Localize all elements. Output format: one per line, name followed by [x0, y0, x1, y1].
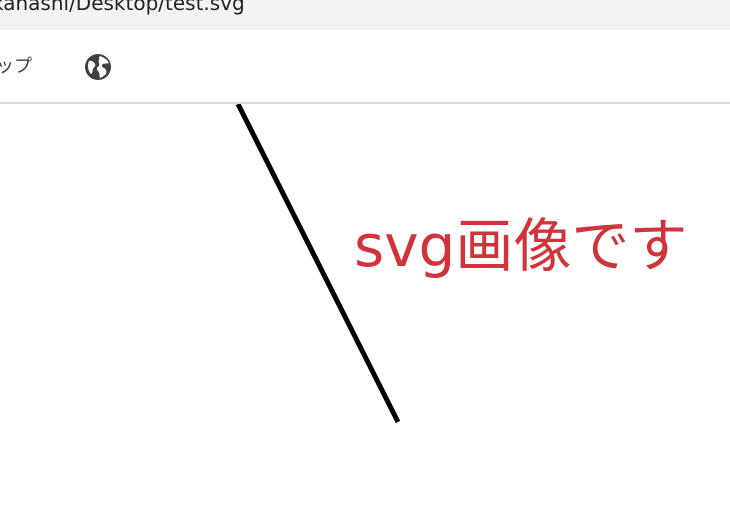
bookmark-item-apps[interactable]: ップ [0, 52, 32, 78]
globe-icon[interactable] [83, 52, 113, 82]
svg-document: svg画像です [235, 104, 687, 424]
svg-document-viewport: svg画像です [0, 104, 730, 530]
address-bar[interactable]: kanashi/Desktop/test.svg [0, 0, 730, 30]
bookmarks-bar: ップ [0, 30, 730, 104]
url-text[interactable]: kanashi/Desktop/test.svg [0, 0, 245, 15]
svg-caption: svg画像です [354, 212, 687, 280]
